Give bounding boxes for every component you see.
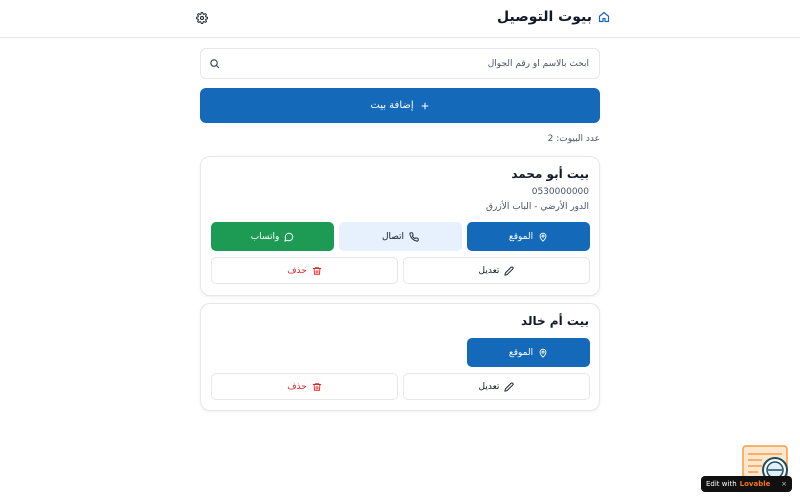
add-house-label: إضافة بيت <box>370 100 414 111</box>
app-header: بيوت التوصيل <box>0 0 800 38</box>
house-card: بيت أم خالد الموقع تعديل حذف <box>200 303 600 411</box>
house-phone: 0530000000 <box>531 187 589 197</box>
location-button[interactable]: الموقع <box>467 338 590 367</box>
delete-button[interactable]: حذف <box>211 373 398 400</box>
chat-bubble-icon <box>284 232 294 242</box>
house-card: بيت أبو محمد 0530000000 الدور الأرضي - ا… <box>200 156 600 296</box>
trash-icon <box>312 266 322 275</box>
location-button[interactable]: الموقع <box>467 222 590 251</box>
location-label: الموقع <box>508 231 534 242</box>
map-pin-icon <box>539 348 547 358</box>
house-name: بيت أبو محمد <box>511 167 589 181</box>
edit-label: تعديل <box>478 381 500 392</box>
edit-label: تعديل <box>478 265 500 276</box>
house-address: الدور الأرضي - الباب الأزرق <box>486 202 589 212</box>
whatsapp-label: واتساب <box>250 231 280 242</box>
delete-button[interactable]: حذف <box>211 257 398 284</box>
header-title-group: بيوت التوصيل <box>497 9 610 25</box>
badge-close-icon[interactable]: × <box>781 480 787 488</box>
badge-brand: Lovable <box>739 480 771 488</box>
edit-with-lovable-badge[interactable]: Edit with Lovable × <box>701 476 792 492</box>
home-icon[interactable] <box>598 11 610 23</box>
page-title: بيوت التوصيل <box>497 9 592 25</box>
badge-prefix: Edit with <box>706 480 737 488</box>
pencil-icon <box>504 381 514 392</box>
pencil-icon <box>504 265 514 276</box>
plus-icon <box>421 102 429 109</box>
delete-label: حذف <box>287 381 307 392</box>
house-name: بيت أم خالد <box>521 314 589 328</box>
edit-button[interactable]: تعديل <box>403 257 590 284</box>
map-pin-icon <box>539 232 547 242</box>
phone-icon <box>409 231 419 242</box>
search-box <box>200 48 600 79</box>
add-house-button[interactable]: إضافة بيت <box>200 88 600 123</box>
trash-icon <box>312 382 322 391</box>
delete-label: حذف <box>287 265 307 276</box>
search-icon <box>210 59 220 69</box>
call-button[interactable]: اتصال <box>339 222 462 251</box>
location-label: الموقع <box>508 347 534 358</box>
whatsapp-button[interactable]: واتساب <box>211 222 334 251</box>
call-label: اتصال <box>381 231 405 242</box>
edit-button[interactable]: تعديل <box>403 373 590 400</box>
search-input[interactable] <box>231 49 589 78</box>
houses-count: عدد البيوت: 2 <box>547 134 600 144</box>
gear-icon[interactable] <box>196 12 208 24</box>
